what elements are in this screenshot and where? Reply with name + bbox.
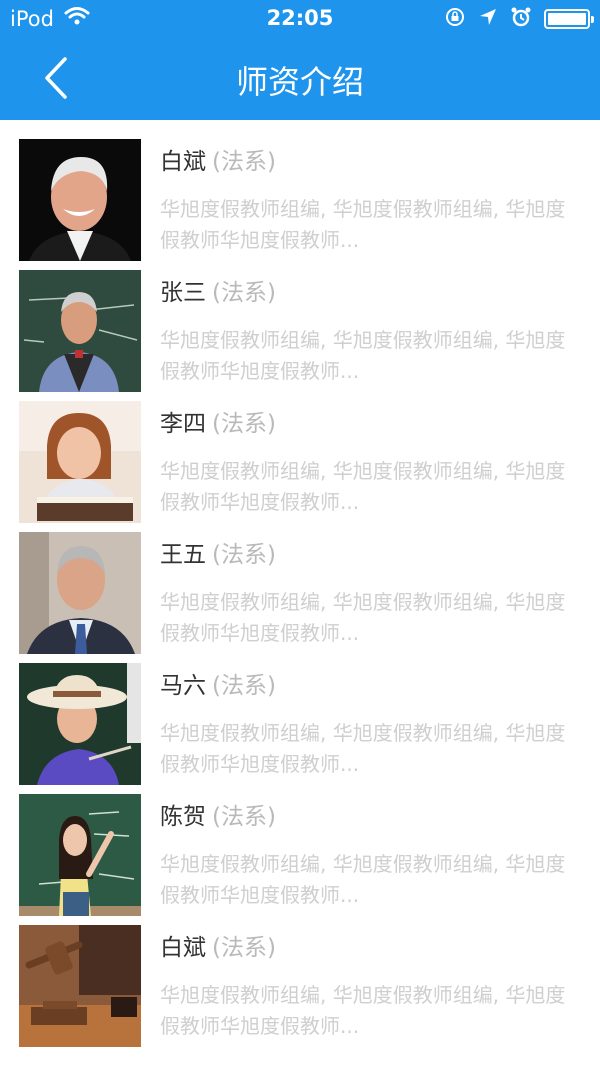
teacher-department: (法系) (212, 935, 276, 961)
teacher-department: (法系) (212, 542, 276, 568)
teacher-description: 华旭度假教师组编, 华旭度假教师组编, 华旭度假教师华旭度假教师... (160, 590, 566, 645)
teacher-name-line: 白斌 (法系) (160, 142, 276, 176)
teacher-name-line: 王五 (法系) (160, 535, 276, 569)
teacher-name: 李四 (160, 411, 206, 437)
teacher-department: (法系) (212, 280, 276, 306)
teacher-list-item[interactable]: 王五 (法系) 华旭度假教师组编, 华旭度假教师组编, 华旭度假教师华旭度假教师.… (0, 513, 600, 654)
teacher-avatar (19, 794, 141, 916)
navigation-bar: 师资介绍 (0, 40, 600, 120)
battery-icon (544, 9, 594, 29)
teacher-list-item[interactable]: 白斌 (法系) 华旭度假教师组编, 华旭度假教师组编, 华旭度假教师华旭度假教师.… (0, 906, 600, 1047)
teacher-department: (法系) (212, 411, 276, 437)
teacher-avatar (19, 532, 141, 654)
location-arrow-icon (478, 7, 498, 31)
teacher-description: 华旭度假教师组编, 华旭度假教师组编, 华旭度假教师华旭度假教师... (160, 721, 566, 776)
teacher-description: 华旭度假教师组编, 华旭度假教师组编, 华旭度假教师华旭度假教师... (160, 459, 566, 514)
alarm-icon (510, 6, 532, 32)
teacher-avatar (19, 663, 141, 785)
teacher-name-line: 李四 (法系) (160, 404, 276, 438)
teacher-avatar (19, 139, 141, 261)
teacher-list-item[interactable]: 陈贺 (法系) 华旭度假教师组编, 华旭度假教师组编, 华旭度假教师华旭度假教师.… (0, 775, 600, 916)
teacher-list-item[interactable]: 李四 (法系) 华旭度假教师组编, 华旭度假教师组编, 华旭度假教师华旭度假教师.… (0, 382, 600, 523)
status-bar: iPod 22:05 (0, 0, 600, 40)
battery-tip (591, 16, 594, 23)
teacher-description: 华旭度假教师组编, 华旭度假教师组编, 华旭度假教师华旭度假教师... (160, 197, 566, 252)
teacher-department: (法系) (212, 149, 276, 175)
teacher-avatar (19, 925, 141, 1047)
teacher-name-line: 张三 (法系) (160, 273, 276, 307)
teacher-department: (法系) (212, 673, 276, 699)
teacher-department: (法系) (212, 804, 276, 830)
teacher-name: 张三 (160, 280, 206, 306)
teacher-list-item[interactable]: 马六 (法系) 华旭度假教师组编, 华旭度假教师组编, 华旭度假教师华旭度假教师.… (0, 644, 600, 785)
teacher-description: 华旭度假教师组编, 华旭度假教师组编, 华旭度假教师华旭度假教师... (160, 983, 566, 1038)
battery-level (548, 13, 586, 25)
teacher-list-item[interactable]: 张三 (法系) 华旭度假教师组编, 华旭度假教师组编, 华旭度假教师华旭度假教师.… (0, 251, 600, 392)
page-title: 师资介绍 (235, 63, 364, 101)
teacher-list: 白斌 (法系) 华旭度假教师组编, 华旭度假教师组编, 华旭度假教师华旭度假教师.… (0, 120, 600, 1047)
status-icons (444, 6, 594, 32)
teacher-name: 王五 (160, 542, 206, 568)
teacher-avatar (19, 270, 141, 392)
teacher-name-line: 白斌 (法系) (160, 928, 276, 962)
teacher-list-item[interactable]: 白斌 (法系) 华旭度假教师组编, 华旭度假教师组编, 华旭度假教师华旭度假教师.… (0, 120, 600, 261)
app-header: iPod 22:05 师资介绍 (0, 0, 600, 120)
teacher-name: 白斌 (160, 935, 206, 961)
teacher-name: 马六 (160, 673, 206, 699)
teacher-name-line: 陈贺 (法系) (160, 797, 276, 831)
teacher-name: 白斌 (160, 149, 206, 175)
teacher-avatar (19, 401, 141, 523)
teacher-description: 华旭度假教师组编, 华旭度假教师组编, 华旭度假教师华旭度假教师... (160, 852, 566, 907)
orientation-lock-icon (444, 6, 466, 32)
teacher-name-line: 马六 (法系) (160, 666, 276, 700)
teacher-name: 陈贺 (160, 804, 206, 830)
teacher-description: 华旭度假教师组编, 华旭度假教师组编, 华旭度假教师华旭度假教师... (160, 328, 566, 383)
